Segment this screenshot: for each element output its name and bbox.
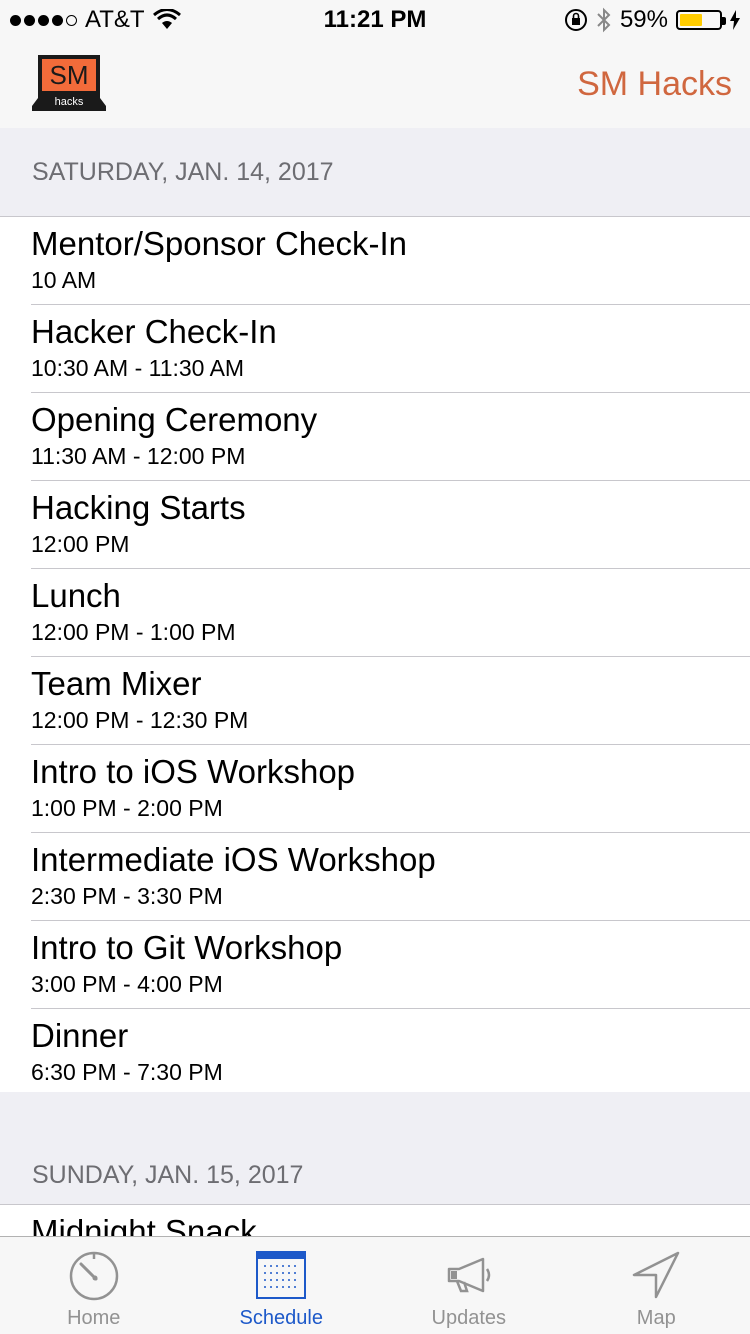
event-time: 11:30 AM - 12:00 PM [31, 443, 246, 469]
location-arrow-icon [626, 1249, 686, 1301]
battery-icon [676, 10, 726, 30]
event-title: Dinner [31, 1017, 129, 1054]
event-row[interactable]: Lunch 12:00 PM - 1:00 PM [0, 569, 750, 657]
section-header-label: SATURDAY, JAN. 14, 2017 [32, 157, 334, 186]
tab-home[interactable]: Home [0, 1237, 188, 1334]
tab-label: Updates [431, 1307, 507, 1329]
event-title: Hacking Starts [31, 489, 246, 526]
tab-map[interactable]: Map [563, 1237, 750, 1334]
nav-title: SM Hacks [577, 64, 732, 103]
event-list-saturday: Mentor/Sponsor Check-In 10 AM Hacker Che… [0, 217, 750, 1097]
event-row[interactable]: Opening Ceremony 11:30 AM - 12:00 PM [0, 393, 750, 481]
event-title: Intermediate iOS Workshop [31, 841, 436, 878]
event-title: Intro to Git Workshop [31, 929, 343, 966]
event-title: Lunch [31, 577, 121, 614]
event-time: 6:30 PM - 7:30 PM [31, 1059, 223, 1085]
status-right: 59% [564, 0, 740, 40]
event-row[interactable]: Intro to iOS Workshop 1:00 PM - 2:00 PM [0, 745, 750, 833]
event-row[interactable]: Hacker Check-In 10:30 AM - 11:30 AM [0, 305, 750, 393]
event-time: 12:00 PM [31, 531, 130, 557]
orientation-lock-icon [564, 9, 587, 31]
tab-bar: Home Schedule Updates Map [0, 1236, 750, 1334]
event-time: 1:00 PM - 2:00 PM [31, 795, 223, 821]
event-time: 10:30 AM - 11:30 AM [31, 355, 245, 381]
navigation-bar: SM hacks SM Hacks [0, 40, 750, 128]
event-title: Intro to iOS Workshop [31, 753, 356, 790]
event-title: Team Mixer [31, 665, 202, 702]
stopwatch-icon [64, 1249, 124, 1301]
event-row[interactable]: Dinner 6:30 PM - 7:30 PM [0, 1009, 750, 1097]
tab-label: Home [67, 1307, 121, 1329]
logo-sm-text: SM [50, 60, 89, 90]
tab-schedule[interactable]: Schedule [188, 1237, 376, 1334]
status-bar: AT&T 11:21 PM 59% [0, 0, 750, 40]
tab-label: Map [636, 1307, 676, 1329]
section-header-label: SUNDAY, JAN. 15, 2017 [32, 1161, 304, 1189]
tab-label: Schedule [239, 1307, 323, 1329]
event-row[interactable]: Mentor/Sponsor Check-In 10 AM [0, 217, 750, 305]
event-time: 3:00 PM - 4:00 PM [31, 971, 223, 997]
event-row[interactable]: Team Mixer 12:00 PM - 12:30 PM [0, 657, 750, 745]
sm-hacks-logo: SM hacks [32, 55, 106, 111]
event-time: 2:30 PM - 3:30 PM [31, 883, 223, 909]
event-row[interactable]: Intro to Git Workshop 3:00 PM - 4:00 PM [0, 921, 750, 1009]
event-title: Hacker Check-In [31, 313, 277, 350]
megaphone-icon [439, 1249, 499, 1301]
bluetooth-icon [597, 7, 611, 33]
event-title: Opening Ceremony [31, 401, 318, 438]
section-header-sunday: SUNDAY, JAN. 15, 2017 [0, 1092, 750, 1205]
battery-percent: 59% [619, 6, 668, 33]
event-title: Mentor/Sponsor Check-In [31, 225, 408, 262]
event-row[interactable]: Intermediate iOS Workshop 2:30 PM - 3:30… [0, 833, 750, 921]
calendar-icon [251, 1249, 311, 1301]
tab-updates[interactable]: Updates [375, 1237, 563, 1334]
section-header-saturday: SATURDAY, JAN. 14, 2017 [0, 128, 750, 217]
event-row[interactable]: Hacking Starts 12:00 PM [0, 481, 750, 569]
event-time: 10 AM [31, 267, 97, 293]
charging-bolt-icon [730, 10, 740, 30]
event-time: 12:00 PM - 12:30 PM [31, 707, 249, 733]
logo-hacks-text: hacks [55, 96, 84, 108]
event-time: 12:00 PM - 1:00 PM [31, 619, 236, 645]
